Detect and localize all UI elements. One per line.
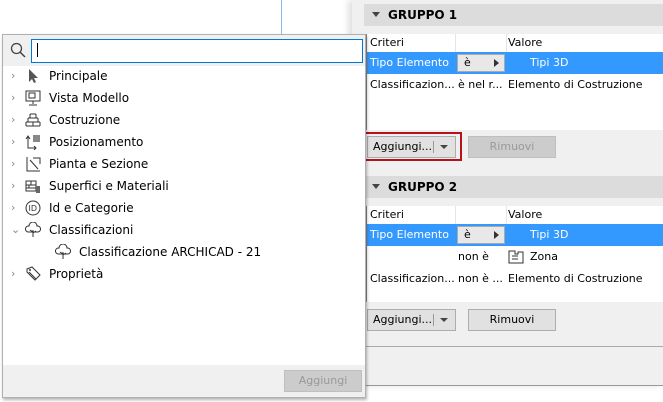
tree-item-label: Costruzione	[49, 113, 121, 127]
plan-section-icon	[25, 156, 41, 172]
group-title: GRUPPO 2	[388, 180, 458, 194]
bricks-icon	[25, 112, 41, 128]
group-1-header[interactable]: GRUPPO 1	[364, 4, 663, 26]
table-row[interactable]: Tipo Elemento è Tipi 3D	[367, 52, 663, 74]
search-icon	[10, 42, 26, 61]
group-2-header[interactable]: GRUPPO 2	[364, 176, 663, 198]
materials-icon	[25, 178, 41, 194]
collapse-triangle-icon	[372, 184, 380, 189]
table-row[interactable]: Classificazion... è nel r... Elemento di…	[367, 74, 663, 96]
value: Zona	[530, 250, 558, 263]
criterion: Classificazion...	[370, 78, 455, 91]
criterion: Tipo Elemento	[370, 56, 449, 69]
value: Tipi 3D	[530, 228, 569, 241]
group-title: GRUPPO 1	[388, 8, 458, 22]
criterion: Classificazion...	[370, 272, 455, 285]
criteria-picker-popup: › Principale › Vista Modello › Costruzione › Po…	[2, 34, 366, 398]
remove-button[interactable]: Rimuovi	[468, 136, 556, 158]
col-criteri: Criteri	[370, 36, 404, 49]
value: Elemento di Costruzione	[508, 272, 643, 285]
position-icon	[25, 134, 41, 151]
dropdown-arrow-icon	[440, 318, 448, 322]
chevron-right-icon[interactable]: ›	[11, 197, 15, 219]
highlight-box	[362, 132, 462, 161]
search-input[interactable]	[31, 39, 363, 63]
criterion: Tipo Elemento	[370, 228, 449, 241]
divider	[281, 0, 282, 34]
arrow-right-icon	[494, 59, 499, 67]
col-criteri: Criteri	[370, 208, 404, 221]
tag-icon	[25, 266, 41, 282]
operator: è nel r...	[458, 78, 503, 91]
tree-item[interactable]: › ID Id e Categorie	[3, 197, 363, 219]
tree-item-label: Pianta e Sezione	[49, 157, 149, 171]
search-bar	[3, 35, 365, 66]
tree-item-label: Classificazione ARCHICAD - 21	[79, 245, 262, 259]
id-icon: ID	[25, 200, 41, 216]
tree-item-label: Proprietà	[49, 267, 104, 281]
operator-select[interactable]: è	[457, 54, 505, 72]
tree-item[interactable]: › Proprietà	[3, 263, 363, 285]
tree-item-label: Id e Categorie	[49, 201, 134, 215]
value: Tipi 3D	[530, 56, 569, 69]
group-2-table: Criteri Valore Tipo Elemento è Tipi 3D n…	[366, 206, 663, 302]
cursor-icon	[25, 68, 41, 84]
operator-select[interactable]: è	[457, 226, 505, 244]
tree-item-label: Posizionamento	[49, 135, 144, 149]
chevron-right-icon[interactable]: ›	[11, 109, 15, 131]
value: Elemento di Costruzione	[508, 78, 643, 91]
tree-icon	[24, 221, 42, 238]
tree-item[interactable]: › Vista Modello	[3, 87, 363, 109]
tree-item[interactable]: › Pianta e Sezione	[3, 153, 363, 175]
tree-item-label: Principale	[49, 69, 108, 83]
col-valore: Valore	[508, 208, 543, 221]
collapse-triangle-icon	[372, 12, 380, 17]
table-row[interactable]: Classificazion... non è ... Elemento di …	[367, 268, 663, 290]
svg-text:ID: ID	[29, 204, 38, 213]
chevron-down-icon[interactable]: ⌄	[11, 219, 20, 241]
add-button[interactable]: Aggiungi	[284, 370, 362, 392]
table-row[interactable]: Tipo Elemento è Tipi 3D	[367, 224, 663, 246]
tree-item[interactable]: Classificazione ARCHICAD - 21	[3, 241, 363, 263]
tree-item-label: Vista Modello	[49, 91, 130, 105]
tree-item-label: Classificazioni	[49, 223, 134, 237]
tree-icon	[54, 243, 72, 260]
table-header: Criteri Valore	[367, 206, 663, 224]
divider	[364, 346, 663, 347]
chevron-right-icon[interactable]: ›	[11, 65, 15, 87]
arrow-right-icon	[494, 231, 499, 239]
add-criterion-button[interactable]: Aggiungi...	[367, 309, 456, 331]
chevron-right-icon[interactable]: ›	[11, 153, 15, 175]
tree-item[interactable]: ⌄ Classificazioni	[3, 219, 363, 241]
tree-item[interactable]: › Posizionamento	[3, 131, 363, 153]
table-header: Criteri Valore	[367, 34, 663, 52]
tree-item[interactable]: › Superfici e Materiali	[3, 175, 363, 197]
text-caret	[37, 43, 38, 57]
tree-item-label: Superfici e Materiali	[49, 179, 169, 193]
remove-button[interactable]: Rimuovi	[468, 309, 556, 331]
popup-footer: Aggiungi	[3, 365, 365, 397]
tree-item[interactable]: › Principale	[3, 65, 363, 87]
col-valore: Valore	[508, 36, 543, 49]
chevron-right-icon[interactable]: ›	[11, 131, 15, 153]
table-row[interactable]: non è Zona	[367, 246, 663, 268]
chevron-right-icon[interactable]: ›	[11, 87, 15, 109]
operator: non è	[458, 250, 489, 263]
chevron-right-icon[interactable]: ›	[11, 263, 15, 285]
monitor-icon	[25, 90, 41, 106]
operator: non è ...	[458, 272, 503, 285]
criteria-panel: GRUPPO 1 Criteri Valore Tipo Elemento è …	[352, 0, 663, 386]
chevron-right-icon[interactable]: ›	[11, 175, 15, 197]
tree-item[interactable]: › Costruzione	[3, 109, 363, 131]
group-1-table: Criteri Valore Tipo Elemento è Tipi 3D C…	[366, 34, 663, 130]
